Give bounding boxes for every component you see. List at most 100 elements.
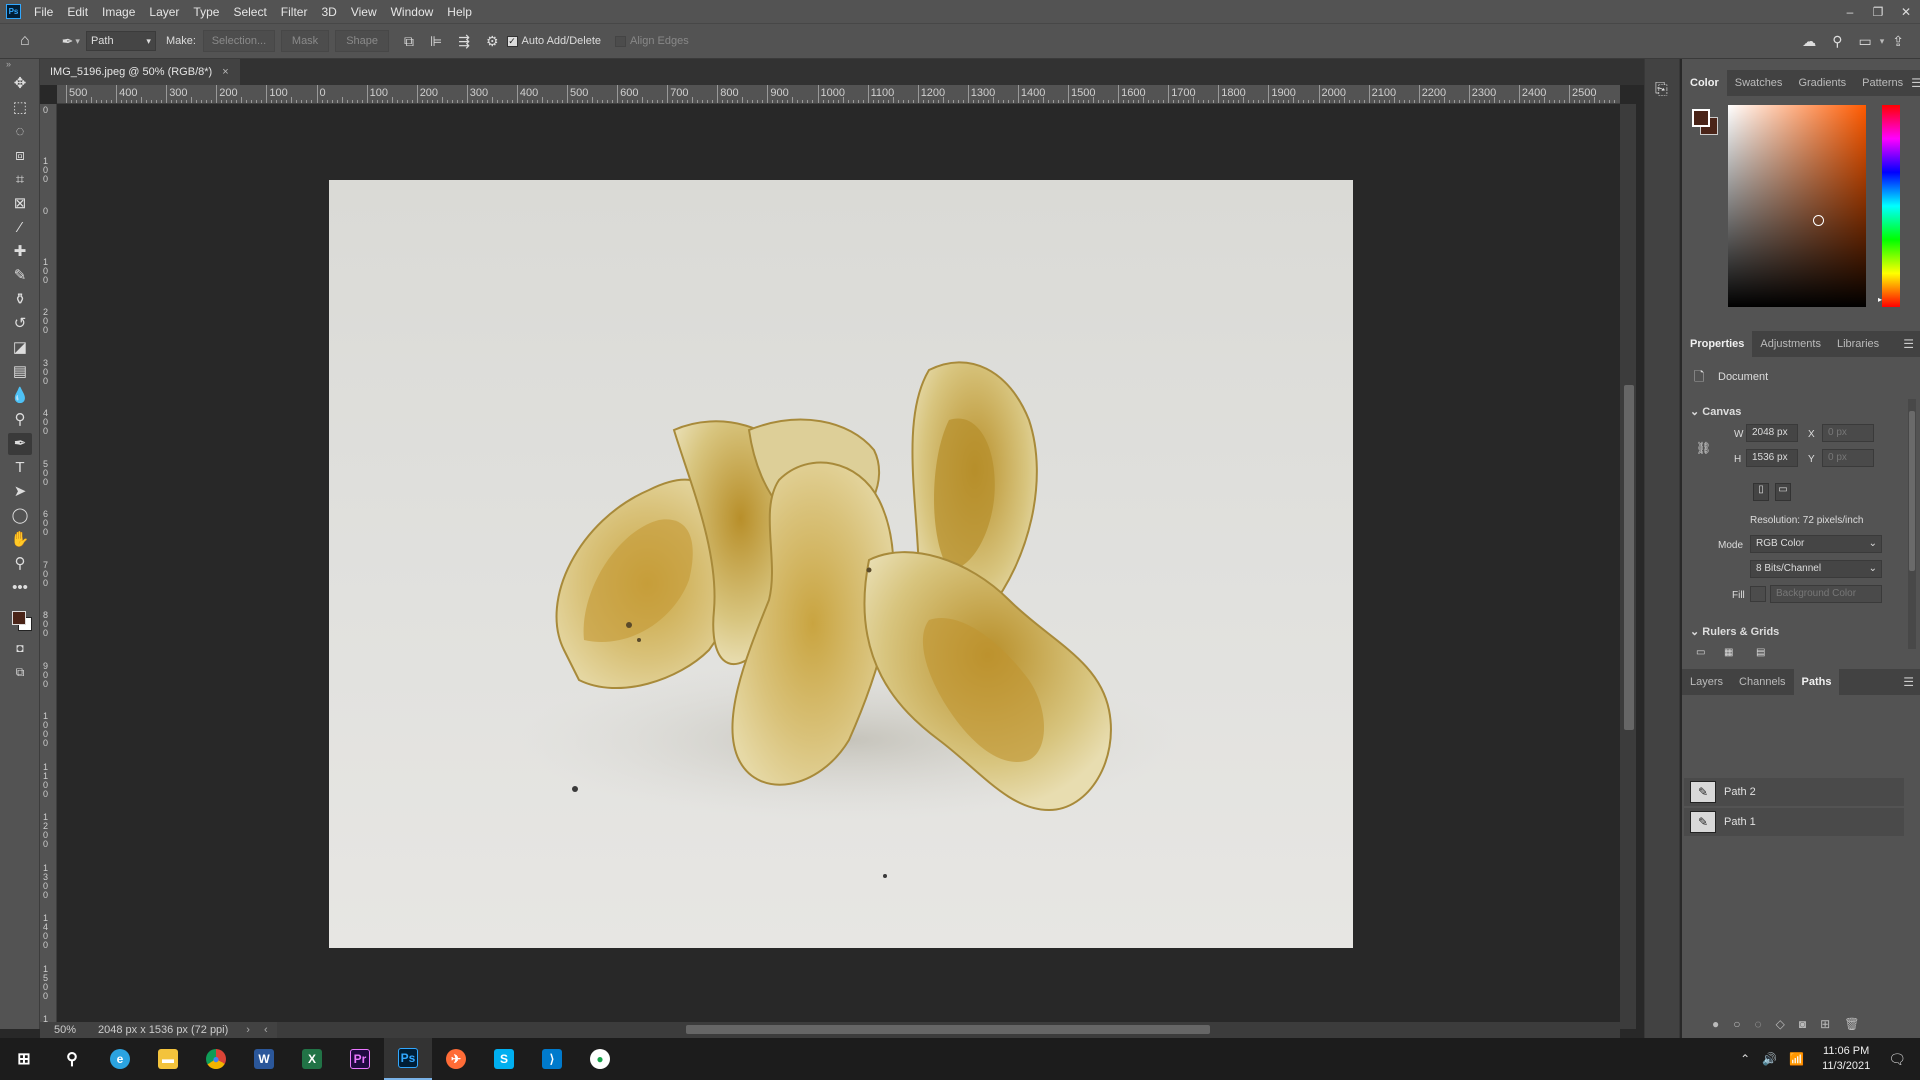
blur-tool-icon[interactable]: 💧 (8, 385, 32, 407)
height-field[interactable]: 1536 px (1746, 449, 1798, 467)
align-edges-option[interactable]: Align Edges (615, 35, 689, 47)
marquee-tool-icon[interactable]: ⬚ (8, 97, 32, 119)
ellipse-tool-icon[interactable]: ◯ (8, 505, 32, 527)
hue-slider[interactable]: ▸ (1878, 105, 1900, 307)
close-window-button[interactable]: ✕ (1892, 5, 1920, 19)
eraser-tool-icon[interactable]: ◪ (8, 337, 32, 359)
notification-icon[interactable]: 🗨 (1888, 1051, 1906, 1068)
panel-menu-icon[interactable]: ☰ (1903, 675, 1914, 689)
portrait-orientation-icon[interactable]: ▯ (1753, 483, 1769, 501)
menu-window[interactable]: Window (384, 5, 441, 19)
panel-menu-icon[interactable]: ☰ (1911, 76, 1920, 90)
status-arrow-icon[interactable]: › (246, 1024, 250, 1036)
tab-layers[interactable]: Layers (1682, 669, 1731, 695)
menu-view[interactable]: View (344, 5, 384, 19)
home-icon[interactable]: ⌂ (20, 32, 30, 50)
move-tool-icon[interactable]: ✥ (8, 73, 32, 95)
menu-help[interactable]: Help (440, 5, 479, 19)
pen-tool-icon[interactable]: ✒ (8, 433, 32, 455)
share-icon[interactable]: ⇪ (1892, 33, 1904, 50)
path-arrangement-icon[interactable]: ⇶ (458, 33, 470, 50)
auto-add-delete-checkbox[interactable]: ✓ (506, 35, 518, 47)
properties-scrollbar[interactable] (1908, 399, 1916, 649)
align-edges-checkbox[interactable] (615, 35, 627, 47)
screen-mode-icon[interactable]: ⧉ (8, 661, 32, 683)
taskbar-excel-button[interactable]: X (288, 1038, 336, 1080)
add-mask-icon[interactable]: ◙ (1799, 1017, 1806, 1031)
workspace-icon[interactable]: ▭ (1859, 33, 1872, 50)
zoom-tool-icon[interactable]: ⚲ (8, 553, 32, 575)
taskbar-app-button[interactable]: ● (576, 1038, 624, 1080)
menu-type[interactable]: Type (186, 5, 226, 19)
object-selection-tool-icon[interactable]: ⧈ (8, 145, 32, 167)
eyedropper-tool-icon[interactable]: ⁄ (8, 217, 32, 239)
cloud-docs-icon[interactable]: ☁ (1802, 33, 1816, 50)
color-picker-field[interactable] (1728, 105, 1866, 307)
make-work-path-icon[interactable]: ◇ (1776, 1017, 1785, 1031)
zoom-level[interactable]: 50% (54, 1024, 76, 1036)
taskbar-word-button[interactable]: W (240, 1038, 288, 1080)
foreground-color-chip[interactable] (1692, 109, 1710, 127)
path-selection-tool-icon[interactable]: ➤ (8, 481, 32, 503)
gear-icon[interactable]: ⚙ (486, 33, 499, 50)
path-item[interactable]: ✎ Path 2 (1684, 778, 1904, 806)
fill-path-icon[interactable]: ● (1712, 1017, 1719, 1031)
restore-button[interactable]: ❐ (1864, 5, 1892, 19)
scroll-left-icon[interactable]: ‹ (264, 1024, 268, 1036)
menu-edit[interactable]: Edit (60, 5, 95, 19)
delete-path-icon[interactable]: 🗑 (1844, 1017, 1859, 1031)
stroke-path-icon[interactable]: ○ (1733, 1017, 1740, 1031)
lasso-tool-icon[interactable]: ◌ (8, 121, 32, 143)
color-swatches[interactable] (12, 611, 32, 631)
rulers-grids-section-header[interactable]: ⌄ Rulers & Grids (1690, 625, 1779, 638)
guides-icon[interactable]: ▤ (1756, 647, 1765, 658)
path-item[interactable]: ✎ Path 1 (1684, 808, 1904, 836)
more-tools-icon[interactable]: ••• (8, 577, 32, 599)
fill-select[interactable]: Background Color (1770, 585, 1882, 603)
taskbar-chrome-button[interactable]: ● (192, 1038, 240, 1080)
ruler-icon[interactable]: ▭ (1696, 647, 1705, 658)
gradient-tool-icon[interactable]: ▤ (8, 361, 32, 383)
menu-3d[interactable]: 3D (314, 5, 343, 19)
history-panel-icon[interactable]: ⎘ (1655, 81, 1668, 99)
search-icon[interactable]: ⚲ (48, 1038, 96, 1080)
make-mask-button[interactable]: Mask (280, 30, 330, 52)
chevron-down-icon[interactable]: ▾ (1880, 36, 1885, 47)
close-tab-icon[interactable]: × (222, 66, 228, 78)
taskbar-postman-button[interactable]: ✈ (432, 1038, 480, 1080)
menu-filter[interactable]: Filter (274, 5, 315, 19)
crop-tool-icon[interactable]: ⌗ (8, 169, 32, 191)
make-shape-button[interactable]: Shape (335, 30, 389, 52)
tool-mode-select[interactable]: Path ▾ (85, 31, 156, 51)
document-image[interactable] (329, 180, 1353, 948)
tab-channels[interactable]: Channels (1731, 669, 1793, 695)
clone-stamp-tool-icon[interactable]: ⚱ (8, 289, 32, 311)
collapse-icon[interactable]: » (6, 59, 11, 69)
windows-start-icon[interactable]: ⊞ (0, 1038, 48, 1080)
search-icon[interactable]: ⚲ (1832, 33, 1842, 50)
canvas-section-header[interactable]: ⌄ Canvas (1690, 405, 1741, 418)
dodge-tool-icon[interactable]: ⚲ (8, 409, 32, 431)
grid-icon[interactable]: ▦ (1724, 647, 1733, 658)
width-field[interactable]: 2048 px (1746, 424, 1798, 442)
mode-select[interactable]: RGB Color ⌄ (1750, 535, 1882, 553)
taskbar-edge-button[interactable]: e (96, 1038, 144, 1080)
foreground-color-swatch[interactable] (12, 611, 26, 625)
landscape-orientation-icon[interactable]: ▭ (1775, 483, 1791, 501)
bit-depth-select[interactable]: 8 Bits/Channel ⌄ (1750, 560, 1882, 578)
color-picker-cursor[interactable] (1813, 215, 1824, 226)
panel-menu-icon[interactable]: ☰ (1903, 337, 1914, 351)
volume-icon[interactable]: 🔊 (1762, 1052, 1777, 1066)
auto-add-delete-option[interactable]: ✓ Auto Add/Delete (506, 35, 601, 47)
fg-bg-color-chips[interactable] (1692, 109, 1720, 137)
minimize-button[interactable]: – (1836, 5, 1864, 19)
history-brush-tool-icon[interactable]: ↺ (8, 313, 32, 335)
make-selection-button[interactable]: Selection... (202, 30, 275, 52)
brush-tool-icon[interactable]: ✎ (8, 265, 32, 287)
vertical-scroll-thumb[interactable] (1624, 385, 1634, 730)
pen-tool-preset-icon[interactable]: ✒ (62, 33, 74, 50)
properties-scroll-thumb[interactable] (1909, 411, 1915, 571)
menu-select[interactable]: Select (226, 5, 273, 19)
menu-file[interactable]: File (27, 5, 60, 19)
menu-layer[interactable]: Layer (142, 5, 186, 19)
